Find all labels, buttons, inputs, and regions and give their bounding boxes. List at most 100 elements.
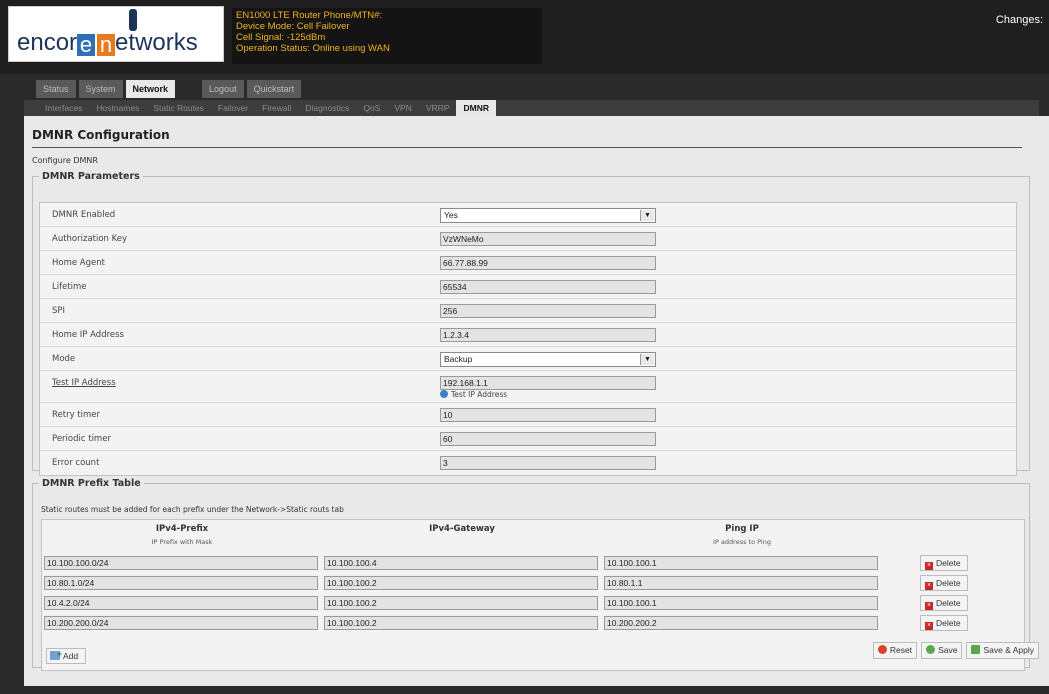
save-and-apply-button[interactable]: Save & Apply: [966, 642, 1039, 659]
delete-row-button[interactable]: × Delete: [920, 595, 968, 611]
ipv4-prefix-input[interactable]: 10.200.200.0/24: [44, 616, 318, 630]
save-button[interactable]: Save: [921, 642, 963, 659]
ipv4-gateway-input[interactable]: 10.100.100.2: [324, 616, 598, 630]
add-label: Add: [63, 651, 79, 661]
dmnr-enabled-value: Yes: [444, 210, 458, 220]
ping-ip-input[interactable]: 10.200.200.2: [604, 616, 878, 630]
reset-button[interactable]: Reset: [872, 642, 918, 659]
column-subheader-ipv4-prefix: IP Prefix with Mask: [151, 538, 213, 546]
dmnr-parameters-legend: DMNR Parameters: [42, 171, 140, 182]
main-tab-bar: Status System Network Logout Quickstart: [36, 80, 302, 98]
subtab-firewall[interactable]: Firewall: [255, 100, 298, 116]
tab-quickstart[interactable]: Quickstart: [246, 80, 302, 98]
ipv4-gateway-input[interactable]: 10.100.100.4: [324, 556, 598, 570]
subtab-interfaces[interactable]: Interfaces: [38, 100, 89, 116]
error-count-input[interactable]: 3: [440, 456, 656, 470]
ipv4-prefix-input[interactable]: 10.4.2.0/24: [44, 596, 318, 610]
test-ip-address-label: Test IP Address: [52, 378, 116, 388]
dmnr-prefix-table-legend: DMNR Prefix Table: [42, 478, 141, 489]
ipv4-prefix-input[interactable]: 10.80.1.0/24: [44, 576, 318, 590]
dmnr-parameters-table: DMNR Enabled Yes ▼ Authorization Key VzWN…: [39, 202, 1017, 476]
mode-select[interactable]: Backup ▼: [440, 352, 656, 367]
authorization-key-label: Authorization Key: [52, 234, 128, 244]
logo-prefix: encor: [17, 29, 78, 56]
param-row-spi: SPI 256: [40, 299, 1016, 323]
dmnr-enabled-select[interactable]: Yes ▼: [440, 208, 656, 223]
logo-n-block: n: [97, 34, 116, 56]
lifetime-input[interactable]: 65534: [440, 280, 656, 294]
info-icon: [440, 390, 448, 398]
delete-icon: ×: [925, 622, 933, 630]
table-row: 10.80.1.0/24 10.100.100.2 10.80.1.1 × Del…: [42, 574, 1026, 594]
ping-ip-input[interactable]: 10.100.100.1: [604, 556, 878, 570]
periodic-timer-label: Periodic timer: [52, 434, 111, 444]
mode-value: Backup: [444, 354, 473, 364]
table-row: 10.100.100.0/24 10.100.100.4 10.100.100.…: [42, 554, 1026, 574]
logo-wordmark: encor e n etworks: [17, 29, 198, 57]
subtab-hostnames[interactable]: Hostnames: [89, 100, 146, 116]
ipv4-gateway-input[interactable]: 10.100.100.2: [324, 596, 598, 610]
param-row-test-ip-address: Test IP Address 192.168.1.1 Test IP Addr…: [40, 371, 1016, 403]
device-mode-line: Device Mode: Cell Failover: [236, 21, 350, 32]
column-header-ping-ip: Ping IP: [725, 524, 759, 534]
logo-suffix: etworks: [115, 29, 198, 56]
ipv4-gateway-input[interactable]: 10.100.100.2: [324, 576, 598, 590]
home-ip-address-input[interactable]: 1.2.3.4: [440, 328, 656, 342]
subtab-dmnr[interactable]: DMNR: [456, 100, 496, 116]
delete-row-button[interactable]: × Delete: [920, 615, 968, 631]
add-prefix-button[interactable]: Add: [46, 647, 86, 664]
delete-icon: ×: [925, 602, 933, 610]
subtab-qos[interactable]: QoS: [356, 100, 387, 116]
authorization-key-input[interactable]: VzWNeMo: [440, 232, 656, 246]
test-ip-address-hint-text: Test IP Address: [451, 390, 508, 399]
test-ip-address-input[interactable]: 192.168.1.1: [440, 376, 656, 390]
tab-status[interactable]: Status: [36, 80, 76, 98]
encore-networks-logo: encor e n etworks: [8, 6, 224, 62]
device-info-panel: EN1000 LTE Router Phone/MTN#: Device Mod…: [232, 8, 542, 64]
retry-timer-input[interactable]: 10: [440, 408, 656, 422]
delete-icon: ×: [925, 562, 933, 570]
lifetime-label: Lifetime: [52, 282, 87, 292]
spi-input[interactable]: 256: [440, 304, 656, 318]
table-row: 10.200.200.0/24 10.100.100.2 10.200.200.…: [42, 614, 1026, 634]
device-model-line: EN1000 LTE Router Phone/MTN#:: [236, 10, 383, 21]
param-row-dmnr-enabled: DMNR Enabled Yes ▼: [40, 203, 1016, 227]
network-subtab-bar: Interfaces Hostnames Static Routes Failo…: [24, 100, 1039, 116]
column-header-ipv4-gateway: IPv4-Gateway: [429, 524, 495, 534]
dmnr-prefix-table-section: DMNR Prefix Table Static routes must be …: [32, 478, 1030, 671]
subtab-failover[interactable]: Failover: [211, 100, 255, 116]
tab-network[interactable]: Network: [125, 80, 176, 98]
subtab-vrrp[interactable]: VRRP: [419, 100, 457, 116]
test-ip-address-hint: Test IP Address: [440, 390, 507, 399]
delete-row-button[interactable]: × Delete: [920, 575, 968, 591]
param-row-error-count: Error count 3: [40, 451, 1016, 475]
subtab-static-routes[interactable]: Static Routes: [146, 100, 211, 116]
delete-label: Delete: [936, 578, 961, 588]
param-row-periodic-timer: Periodic timer 60: [40, 427, 1016, 451]
save-apply-icon: [971, 645, 981, 654]
reset-label: Reset: [889, 645, 913, 655]
error-count-label: Error count: [52, 458, 100, 468]
static-routes-note: Static routes must be added for each pre…: [41, 505, 344, 514]
ipv4-prefix-input[interactable]: 10.100.100.0/24: [44, 556, 318, 570]
param-row-home-agent: Home Agent 66.77.88.99: [40, 251, 1016, 275]
logo-e-block: e: [77, 34, 96, 56]
subtab-vpn[interactable]: VPN: [387, 100, 418, 116]
tab-system[interactable]: System: [78, 80, 123, 98]
tab-logout[interactable]: Logout: [202, 80, 244, 98]
title-divider: [32, 147, 1022, 148]
spi-label: SPI: [52, 306, 66, 316]
retry-timer-label: Retry timer: [52, 410, 101, 420]
save-icon: [926, 645, 936, 654]
ping-ip-input[interactable]: 10.100.100.1: [604, 596, 878, 610]
periodic-timer-input[interactable]: 60: [440, 432, 656, 446]
mode-label: Mode: [52, 354, 76, 364]
delete-row-button[interactable]: × Delete: [920, 555, 968, 571]
changes-indicator[interactable]: Changes:: [996, 14, 1043, 26]
operation-status-line: Operation Status: Online using WAN: [236, 43, 390, 54]
content-panel: DMNR Configuration Configure DMNR DMNR P…: [24, 116, 1049, 686]
home-agent-input[interactable]: 66.77.88.99: [440, 256, 656, 270]
ping-ip-input[interactable]: 10.80.1.1: [604, 576, 878, 590]
subtab-diagnostics[interactable]: Diagnostics: [298, 100, 356, 116]
column-header-ipv4-prefix: IPv4-Prefix: [155, 524, 209, 534]
